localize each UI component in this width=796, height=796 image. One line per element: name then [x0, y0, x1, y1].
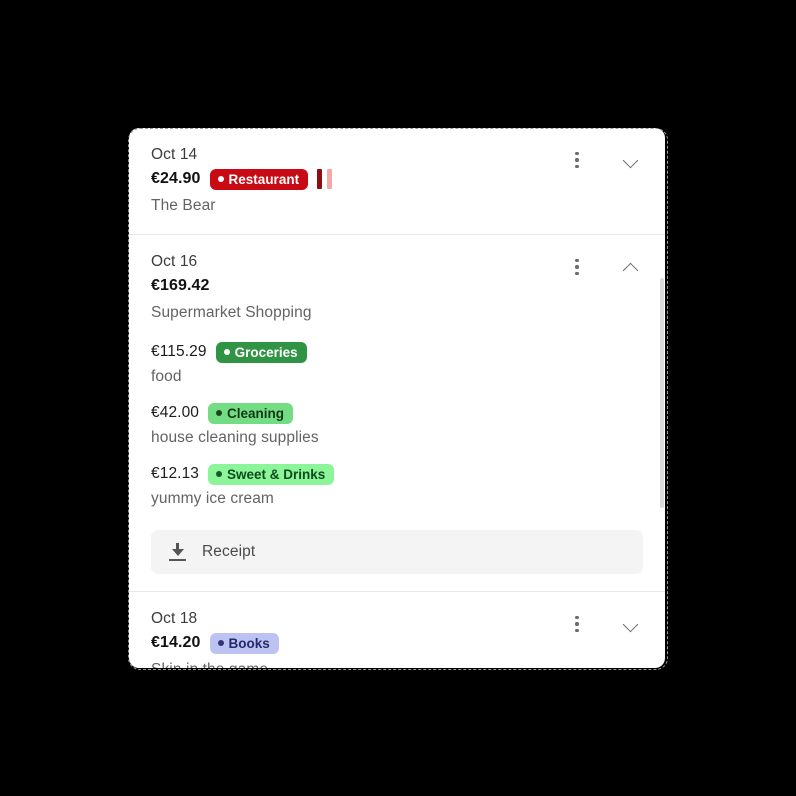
receipt-download-button[interactable]: Receipt	[151, 530, 643, 574]
more-options-icon[interactable]	[565, 612, 589, 636]
badge-dot-icon	[223, 349, 230, 355]
subitem-row[interactable]: €42.00 Cleaning house cleaning supplies	[151, 401, 643, 449]
transaction-description: Skin in the game	[151, 659, 547, 668]
transaction-row[interactable]: Oct 16 €169.42 Supermarket Shopping €115…	[129, 234, 665, 591]
transaction-amount-line: €169.42	[151, 274, 547, 298]
receipt-label: Receipt	[202, 543, 256, 560]
card-scrollbar[interactable]	[659, 128, 665, 668]
subitem-amount-line: €42.00 Cleaning	[151, 401, 643, 425]
row-actions	[565, 612, 643, 636]
subitem-amount: €42.00	[151, 404, 200, 421]
transaction-header: Oct 14 €24.90 Restaurant The Bear	[151, 144, 643, 217]
transaction-header: Oct 18 €14.20 Books Skin in the game	[151, 608, 643, 668]
subitem-description: yummy ice cream	[151, 490, 274, 507]
badge-dot-icon	[217, 640, 224, 646]
badge-dot-icon	[217, 176, 224, 182]
transaction-description: The Bear	[151, 197, 216, 214]
transactions-card: Oct 14 €24.90 Restaurant The Bear Oct 16…	[129, 128, 665, 668]
chevron-down-icon[interactable]	[619, 612, 643, 636]
badge-label: Cleaning	[227, 405, 285, 421]
transaction-row[interactable]: Oct 18 €14.20 Books Skin in the game	[129, 591, 665, 668]
transaction-description: Supermarket Shopping	[151, 304, 312, 321]
subitem-row[interactable]: €12.13 Sweet & Drinks yummy ice cream	[151, 462, 643, 510]
subitem-row[interactable]: €115.29 Groceries food	[151, 340, 643, 388]
chevron-down-icon[interactable]	[619, 148, 643, 172]
subitem-amount: €12.13	[151, 465, 200, 482]
category-color-bars	[317, 169, 333, 189]
transaction-header: Oct 16 €169.42 Supermarket Shopping	[151, 251, 643, 324]
transaction-date: Oct 16	[151, 253, 198, 270]
row-actions	[565, 255, 643, 279]
color-bar-light	[327, 169, 333, 189]
subitem-description: house cleaning supplies	[151, 429, 319, 446]
color-bar-dark	[317, 169, 323, 189]
more-options-icon[interactable]	[565, 255, 589, 279]
subitem-amount: €115.29	[151, 343, 207, 360]
category-badge[interactable]: Sweet & Drinks	[208, 463, 335, 485]
more-options-icon[interactable]	[565, 148, 589, 172]
badge-label: Restaurant	[228, 171, 300, 187]
category-badge[interactable]: Groceries	[215, 341, 307, 363]
transaction-amount: €14.20	[151, 634, 201, 651]
transaction-amount-line: €14.20 Books	[151, 631, 547, 655]
transaction-amount: €169.42	[151, 277, 210, 294]
transaction-row[interactable]: Oct 14 €24.90 Restaurant The Bear	[129, 128, 665, 234]
subitem-amount-line: €115.29 Groceries	[151, 340, 643, 364]
badge-dot-icon	[216, 410, 223, 416]
badge-dot-icon	[216, 471, 223, 477]
chevron-up-icon[interactable]	[619, 255, 643, 279]
category-badge[interactable]: Books	[209, 632, 279, 654]
category-badge[interactable]: Cleaning	[208, 402, 294, 424]
transaction-amount-line: €24.90 Restaurant	[151, 167, 547, 191]
download-icon	[169, 543, 186, 561]
transaction-subitems: €115.29 Groceries food €42.00 Cleaning h…	[151, 340, 643, 510]
badge-label: Books	[228, 635, 270, 651]
transaction-date: Oct 18	[151, 610, 198, 627]
category-badge[interactable]: Restaurant	[209, 168, 309, 190]
badge-label: Sweet & Drinks	[227, 466, 326, 482]
scrollbar-thumb[interactable]	[660, 278, 664, 508]
subitem-amount-line: €12.13 Sweet & Drinks	[151, 462, 643, 486]
badge-label: Groceries	[234, 344, 298, 360]
subitem-description: food	[151, 368, 182, 385]
row-actions	[565, 148, 643, 172]
transaction-date: Oct 14	[151, 146, 198, 163]
transaction-amount: €24.90	[151, 170, 201, 187]
